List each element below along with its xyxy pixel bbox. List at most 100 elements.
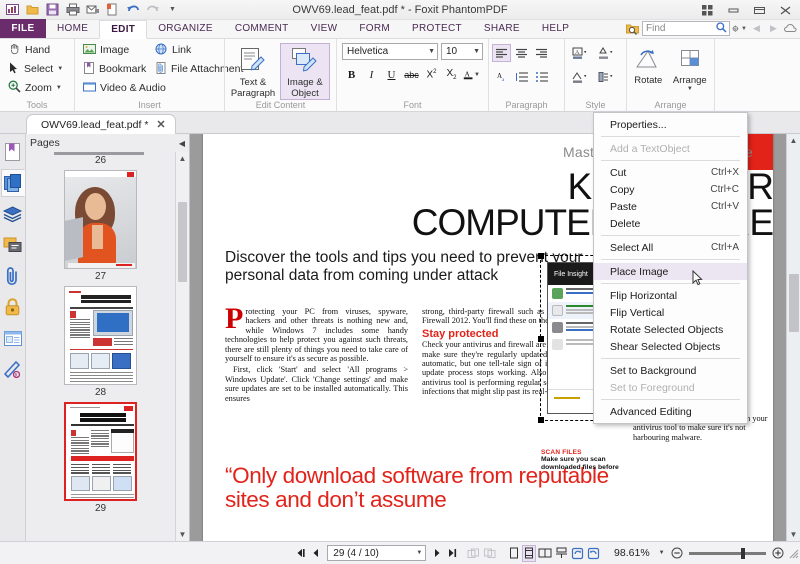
tab-protect[interactable]: PROTECT (401, 19, 473, 38)
insert-file-attachment[interactable]: File Attachment (150, 60, 230, 78)
menu-item-cut[interactable]: CutCtrl+X (594, 164, 747, 181)
previous-view-button[interactable] (466, 545, 481, 562)
restore-icon[interactable] (746, 1, 772, 19)
insert-bookmark[interactable]: Bookmark (78, 60, 148, 78)
menu-item-delete[interactable]: Delete (594, 215, 747, 232)
customize-qat-icon[interactable]: ▼ (163, 1, 182, 19)
phantom-logo-icon[interactable] (3, 1, 22, 19)
rotate-button[interactable]: Rotate (630, 43, 667, 87)
select-caret-icon[interactable]: ▼ (57, 66, 63, 72)
align-left-button[interactable] (492, 44, 511, 62)
shadow-style-button[interactable] (568, 68, 592, 86)
zoom-caret-icon[interactable]: ▼ (56, 85, 62, 91)
doc-scroll-up-icon[interactable]: ▲ (787, 134, 800, 147)
sidebar-item-bookmarks[interactable] (1, 138, 25, 166)
minimize-icon[interactable] (720, 1, 746, 19)
tab-view[interactable]: VIEW (300, 19, 349, 38)
save-icon[interactable] (43, 1, 62, 19)
page-number-input[interactable]: 29 (4 / 10) ▼ (327, 545, 426, 561)
zoom-in-button[interactable] (771, 545, 785, 562)
menu-item-shear-selected-objects[interactable]: Shear Selected Objects (594, 338, 747, 355)
font-size-combo[interactable]: 10 ▼ (441, 43, 483, 60)
tab-edit[interactable]: EDIT (99, 20, 147, 39)
edit-text-paragraph-button[interactable]: Text & Paragraph (228, 43, 278, 100)
back-icon[interactable]: ◀ (749, 21, 764, 36)
first-page-button[interactable] (294, 545, 308, 562)
sidebar-item-security[interactable] (1, 293, 25, 321)
tab-comment[interactable]: COMMENT (224, 19, 300, 38)
strikethrough-button[interactable]: abc (402, 65, 421, 84)
open-icon[interactable] (23, 1, 42, 19)
close-icon[interactable] (772, 1, 798, 19)
font-color-button[interactable]: A ▼ (462, 65, 481, 84)
tool-zoom[interactable]: Zoom ▼ (3, 79, 68, 97)
menu-item-paste[interactable]: PasteCtrl+V (594, 198, 747, 215)
pages-panel-scrollbar[interactable]: ▲ ▼ (175, 152, 189, 541)
menu-item-flip-vertical[interactable]: Flip Vertical (594, 304, 747, 321)
sidebar-item-fields[interactable] (1, 324, 25, 352)
search-folder-icon[interactable] (625, 21, 640, 36)
undo-icon[interactable] (123, 1, 142, 19)
fill-style-button[interactable]: A (568, 44, 592, 62)
menu-item-set-to-background[interactable]: Set to Background (594, 362, 747, 379)
collapse-panel-icon[interactable]: ◀ (179, 139, 185, 148)
menu-item-copy[interactable]: CopyCtrl+C (594, 181, 747, 198)
doc-scroll-down-icon[interactable]: ▼ (787, 528, 800, 541)
align-center-button[interactable] (512, 44, 531, 62)
close-tab-icon[interactable]: ✕ (156, 118, 165, 131)
fit-width-button[interactable] (522, 545, 536, 562)
previous-page-button[interactable] (309, 545, 323, 562)
font-name-combo[interactable]: Helvetica ▼ (342, 43, 438, 60)
font-name-caret-icon[interactable]: ▼ (428, 48, 435, 55)
fit-page-button[interactable] (507, 545, 521, 562)
document-tab[interactable]: OWV69.lead_feat.pdf * ✕ (26, 114, 176, 134)
selection-handle[interactable] (538, 417, 544, 423)
sidebar-item-comments[interactable] (1, 231, 25, 259)
forward-icon[interactable]: ▶ (766, 21, 781, 36)
split-view-button[interactable] (554, 545, 569, 562)
redo-icon[interactable] (143, 1, 162, 19)
facing-pages-button[interactable] (537, 545, 553, 562)
tab-share[interactable]: SHARE (473, 19, 531, 38)
print-icon[interactable] (63, 1, 82, 19)
gear-icon[interactable]: ▼ (732, 21, 747, 36)
zoom-out-button[interactable] (670, 545, 684, 562)
document-scrollbar[interactable]: ▲ ▼ (786, 134, 800, 541)
thumbnail-scroll-area[interactable]: 26 27 (26, 152, 175, 541)
zoom-dropdown-caret-icon[interactable]: ▼ (659, 550, 665, 556)
italic-button[interactable]: I (362, 65, 381, 84)
insert-link[interactable]: Link (150, 41, 230, 59)
email-icon[interactable] (83, 1, 102, 19)
rotate-right-button[interactable] (586, 545, 601, 562)
export-icon[interactable] (103, 1, 122, 19)
tab-file[interactable]: FILE (0, 19, 46, 38)
doc-scrollbar-thumb[interactable] (789, 274, 799, 332)
layout-style-button[interactable] (594, 68, 618, 86)
next-view-button[interactable] (482, 545, 497, 562)
menu-item-select-all[interactable]: Select AllCtrl+A (594, 239, 747, 256)
scroll-up-icon[interactable]: ▲ (176, 152, 189, 165)
tab-organize[interactable]: ORGANIZE (147, 19, 224, 38)
scrollbar-thumb[interactable] (178, 202, 187, 282)
zoom-slider[interactable] (689, 552, 766, 555)
thumbnail-item-selected[interactable] (64, 402, 137, 501)
sidebar-item-attachments[interactable] (1, 262, 25, 290)
menu-item-properties[interactable]: Properties... (594, 116, 747, 133)
tab-home[interactable]: HOME (46, 19, 99, 38)
tool-hand[interactable]: Hand (3, 41, 68, 59)
bold-button[interactable]: B (342, 65, 361, 84)
zoom-slider-knob[interactable] (741, 548, 745, 559)
find-search-icon[interactable] (716, 22, 727, 36)
context-menu[interactable]: Properties... Add a TextObject CutCtrl+X… (593, 112, 748, 424)
tab-help[interactable]: HELP (531, 19, 580, 38)
edit-image-object-button[interactable]: Image & Object (280, 43, 330, 100)
thumbnail-item[interactable] (64, 170, 137, 269)
cloud-icon[interactable] (783, 21, 798, 36)
arrange-button[interactable]: Arrange ▼ (669, 43, 711, 93)
menu-item-flip-horizontal[interactable]: Flip Horizontal (594, 287, 747, 304)
insert-image[interactable]: Image (78, 41, 148, 59)
insert-video-audio[interactable]: Video & Audio (78, 79, 148, 97)
scroll-down-icon[interactable]: ▼ (176, 528, 189, 541)
text-style-button[interactable]: Aa (492, 68, 511, 86)
sidebar-item-layers[interactable] (1, 200, 25, 228)
